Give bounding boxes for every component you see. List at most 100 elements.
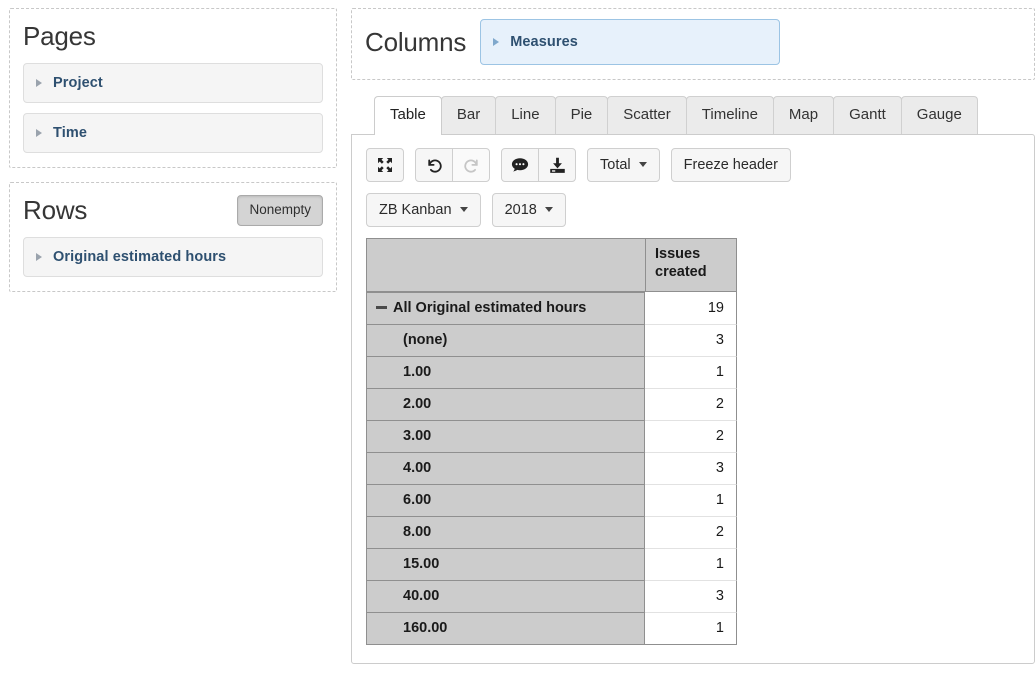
total-button-group: Total xyxy=(587,148,660,182)
pivot-table-body: All Original estimated hours 19 (none) 3 1.0… xyxy=(366,292,737,645)
dimension-chip-measures[interactable]: Measures xyxy=(480,19,781,65)
chevron-down-icon xyxy=(459,207,468,212)
row-label-text: (none) xyxy=(403,332,448,348)
chevron-right-icon xyxy=(36,253,42,261)
chevron-right-icon xyxy=(36,129,42,137)
row-label-cell[interactable]: 4.00 xyxy=(366,453,645,485)
toolbar-filters: ZB Kanban 2018 xyxy=(366,193,1020,227)
row-label-text: 40.00 xyxy=(403,588,440,604)
row-value-cell[interactable]: 1 xyxy=(645,613,737,645)
fullscreen-button-group xyxy=(366,148,404,182)
row-label-cell[interactable]: 6.00 xyxy=(366,485,645,517)
row-label-cell[interactable]: All Original estimated hours xyxy=(366,292,645,325)
tab-gauge[interactable]: Gauge xyxy=(900,96,978,134)
export-button[interactable] xyxy=(538,148,576,182)
year-filter-label: 2018 xyxy=(504,201,537,218)
tab-bar[interactable]: Bar xyxy=(440,96,497,134)
columns-dropzone[interactable]: Columns Measures xyxy=(351,8,1035,80)
tab-gantt[interactable]: Gantt xyxy=(833,96,902,134)
pages-dropzone[interactable]: Pages Project Time xyxy=(9,8,337,168)
row-label-cell[interactable]: 160.00 xyxy=(366,613,645,645)
redo-arrow-icon xyxy=(463,157,480,174)
pages-panel-header: Pages xyxy=(23,19,323,53)
table-row: 1.00 1 xyxy=(366,357,737,389)
undo-redo-button-group xyxy=(415,148,490,182)
row-value-cell[interactable]: 3 xyxy=(645,581,737,613)
row-label-text: All Original estimated hours xyxy=(393,300,587,316)
undo-arrow-icon xyxy=(426,157,443,174)
dimension-chip-label: Time xyxy=(53,125,87,141)
row-value-cell[interactable]: 2 xyxy=(645,421,737,453)
row-value-cell[interactable]: 19 xyxy=(645,292,737,325)
row-value-cell[interactable]: 1 xyxy=(645,485,737,517)
row-label-text: 15.00 xyxy=(403,556,440,572)
column-header-issues-created[interactable]: Issues created xyxy=(645,238,737,292)
row-label-text: 8.00 xyxy=(403,524,432,540)
freeze-header-button[interactable]: Freeze header xyxy=(670,148,791,182)
row-value-cell[interactable]: 2 xyxy=(645,517,737,549)
table-row: (none) 3 xyxy=(366,325,737,357)
pivot-table: Issues created All Original estimated ho… xyxy=(366,238,737,645)
right-content-column: Columns Measures Table Bar Line Pie Scat… xyxy=(351,8,1035,684)
table-corner-cell xyxy=(366,238,645,292)
tab-table[interactable]: Table xyxy=(374,96,442,135)
row-value-cell[interactable]: 2 xyxy=(645,389,737,421)
fullscreen-button[interactable] xyxy=(366,148,404,182)
expand-arrows-icon xyxy=(377,157,393,173)
tab-pie[interactable]: Pie xyxy=(554,96,609,134)
tab-line[interactable]: Line xyxy=(495,96,556,134)
left-dimension-column: Pages Project Time Rows Nonempty Origina… xyxy=(9,8,337,306)
row-label-cell[interactable]: 40.00 xyxy=(366,581,645,613)
row-value-cell[interactable]: 1 xyxy=(645,357,737,389)
row-label-cell[interactable]: 1.00 xyxy=(366,357,645,389)
rows-dropzone[interactable]: Rows Nonempty Original estimated hours xyxy=(9,182,337,292)
rows-panel-header: Rows Nonempty xyxy=(23,193,323,227)
table-header-row: Issues created xyxy=(366,238,737,292)
table-row: 4.00 3 xyxy=(366,453,737,485)
table-row: All Original estimated hours 19 xyxy=(366,292,737,325)
dimension-chip-original-estimated-hours[interactable]: Original estimated hours xyxy=(23,237,323,277)
comment-button[interactable] xyxy=(501,148,539,182)
project-filter-label: ZB Kanban xyxy=(379,201,452,218)
row-value-cell[interactable]: 1 xyxy=(645,549,737,581)
nonempty-toggle-button[interactable]: Nonempty xyxy=(237,194,323,226)
project-filter-group: ZB Kanban xyxy=(366,193,481,227)
dimension-chip-project[interactable]: Project xyxy=(23,63,323,103)
toolbar-primary: Total Freeze header xyxy=(366,148,1020,182)
tab-timeline[interactable]: Timeline xyxy=(685,96,774,134)
row-label-text: 3.00 xyxy=(403,428,432,444)
undo-button[interactable] xyxy=(415,148,453,182)
table-row: 15.00 1 xyxy=(366,549,737,581)
row-label-cell[interactable]: 15.00 xyxy=(366,549,645,581)
comment-bubble-icon xyxy=(511,157,529,173)
pivot-report-page: Pages Project Time Rows Nonempty Origina… xyxy=(0,0,1035,684)
project-filter-dropdown[interactable]: ZB Kanban xyxy=(366,193,481,227)
row-label-cell[interactable]: 8.00 xyxy=(366,517,645,549)
download-icon xyxy=(549,157,566,174)
comment-export-button-group xyxy=(501,148,576,182)
chevron-right-icon xyxy=(493,38,500,46)
collapse-minus-icon[interactable] xyxy=(376,305,387,309)
visualization-panel: Total Freeze header ZB Kanban 2018 Issue… xyxy=(351,134,1035,664)
dimension-chip-time[interactable]: Time xyxy=(23,113,323,153)
row-label-cell[interactable]: 3.00 xyxy=(366,421,645,453)
row-value-cell[interactable]: 3 xyxy=(645,325,737,357)
total-label: Total xyxy=(600,156,631,173)
table-row: 3.00 2 xyxy=(366,421,737,453)
row-value-cell[interactable]: 3 xyxy=(645,453,737,485)
row-label-text: 2.00 xyxy=(403,396,432,412)
dimension-chip-label: Original estimated hours xyxy=(53,249,227,265)
row-label-cell[interactable]: 2.00 xyxy=(366,389,645,421)
dimension-chip-label: Measures xyxy=(510,34,578,50)
pages-title: Pages xyxy=(23,21,96,51)
table-row: 6.00 1 xyxy=(366,485,737,517)
year-filter-dropdown[interactable]: 2018 xyxy=(491,193,566,227)
redo-button[interactable] xyxy=(452,148,490,182)
total-dropdown-button[interactable]: Total xyxy=(587,148,660,182)
row-label-cell[interactable]: (none) xyxy=(366,325,645,357)
table-row: 40.00 3 xyxy=(366,581,737,613)
tab-map[interactable]: Map xyxy=(772,96,835,134)
tab-scatter[interactable]: Scatter xyxy=(607,96,687,134)
row-label-text: 160.00 xyxy=(403,620,448,636)
row-label-text: 6.00 xyxy=(403,492,432,508)
